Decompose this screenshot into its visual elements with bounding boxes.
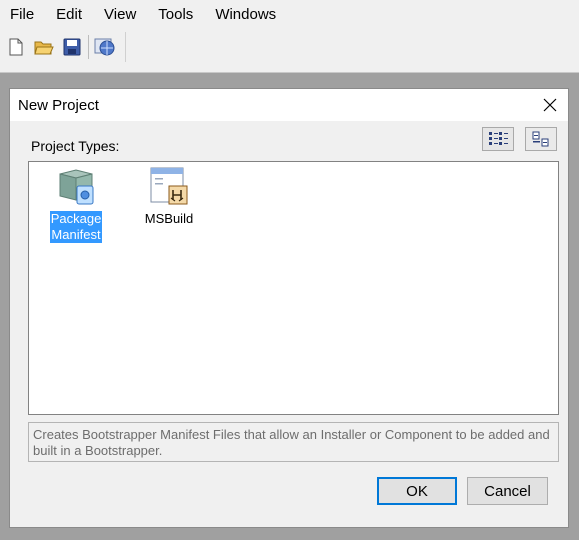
toolbar-separator — [88, 35, 89, 59]
small-icons-view-icon — [532, 131, 549, 147]
toolbar-edge — [125, 32, 126, 62]
project-types-list[interactable]: Package Manifest MSBuild — [28, 161, 559, 415]
project-description: Creates Bootstrapper Manifest Files that… — [28, 422, 559, 462]
list-item-package-manifest[interactable]: Package Manifest — [41, 166, 111, 243]
new-file-icon[interactable] — [4, 35, 28, 59]
large-icons-view-icon — [489, 132, 508, 145]
web-globe-icon[interactable] — [93, 35, 117, 59]
list-item-label: Package Manifest — [49, 211, 103, 243]
small-icons-view-button[interactable] — [525, 127, 557, 151]
menu-edit[interactable]: Edit — [45, 0, 93, 30]
large-icons-view-button[interactable] — [482, 127, 514, 151]
menu-bar: File Edit View Tools Windows — [0, 0, 579, 30]
toolbar — [4, 32, 126, 62]
menu-view[interactable]: View — [93, 0, 147, 30]
save-icon[interactable] — [60, 35, 84, 59]
project-types-label: Project Types: — [31, 138, 120, 154]
dialog-title: New Project — [18, 97, 99, 114]
menu-tools[interactable]: Tools — [147, 0, 204, 30]
msbuild-icon — [150, 167, 188, 205]
close-icon[interactable] — [540, 95, 560, 115]
menu-file[interactable]: File — [0, 0, 45, 30]
list-item-label: MSBuild — [144, 211, 194, 226]
dialog-titlebar: New Project — [10, 89, 568, 121]
cancel-button[interactable]: Cancel — [467, 477, 548, 505]
open-folder-icon[interactable] — [32, 35, 56, 59]
package-manifest-icon — [59, 169, 94, 205]
new-project-dialog: New Project Project Types: Package Manif… — [9, 88, 569, 528]
list-item-msbuild[interactable]: MSBuild — [134, 166, 204, 227]
main-window-chrome: File Edit View Tools Windows — [0, 0, 579, 73]
menu-windows[interactable]: Windows — [204, 0, 287, 30]
ok-button[interactable]: OK — [377, 477, 457, 505]
